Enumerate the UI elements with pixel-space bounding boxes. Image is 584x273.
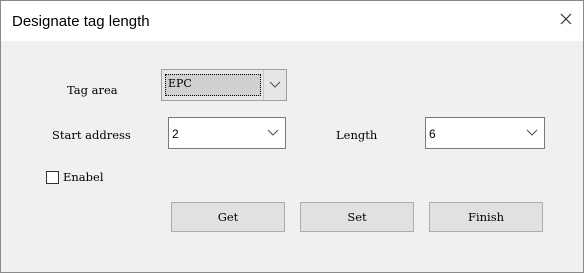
designate-tag-length-dialog: Designate tag length Tag area EPC Start … [0,0,584,273]
close-icon[interactable] [557,10,575,28]
tag-area-select[interactable]: EPC [161,69,287,101]
chevron-down-icon [269,81,281,88]
tag-area-value: EPC [168,77,192,90]
title-bar: Designate tag length [1,1,583,41]
finish-button[interactable]: Finish [429,202,543,232]
enable-checkbox[interactable] [46,171,59,184]
set-button[interactable]: Set [300,202,414,232]
start-address-value: 2 [172,127,179,141]
window-title: Designate tag length [12,13,150,30]
enable-label[interactable]: Enabel [63,170,104,184]
length-label: Length [336,128,378,142]
length-value: 6 [429,127,436,141]
chevron-down-icon[interactable] [267,128,279,138]
get-button[interactable]: Get [171,202,285,232]
chevron-down-icon[interactable] [526,128,538,138]
start-address-label: Start address [52,128,131,142]
tag-area-label: Tag area [67,83,118,97]
tag-area-dropdown-button[interactable] [263,70,286,100]
length-select[interactable]: 6 [425,117,545,149]
start-address-select[interactable]: 2 [168,117,286,149]
